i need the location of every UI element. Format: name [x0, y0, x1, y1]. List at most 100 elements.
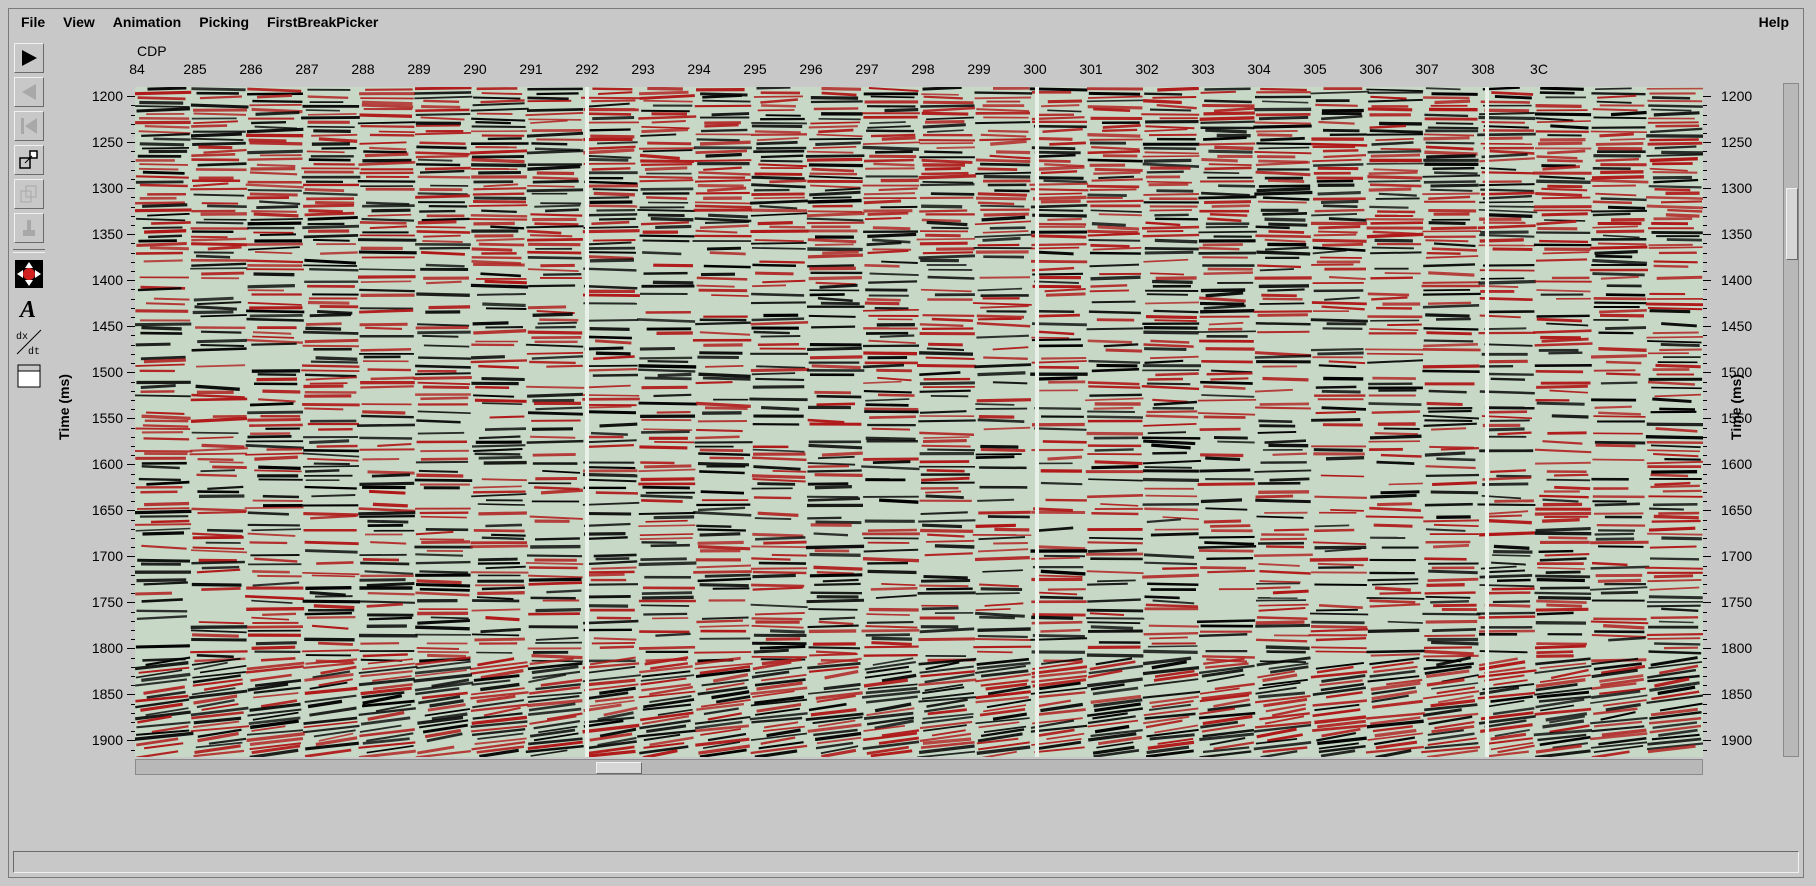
y-axis-title-right: Time (ms): [1727, 374, 1744, 440]
x-tick-label: 299: [967, 61, 991, 77]
y-tick-mark: [127, 142, 135, 144]
seismic-section-canvas[interactable]: [135, 87, 1703, 757]
y-minor-tick: [1703, 197, 1707, 199]
y-tick-label: 1850: [91, 686, 123, 703]
rewind-icon: [21, 118, 37, 134]
x-tick-label: 306: [1359, 61, 1383, 77]
y-tick-label: 1250: [91, 134, 123, 151]
annotate-text-button[interactable]: A: [14, 293, 44, 323]
y-tick-label: 1200: [91, 88, 123, 105]
menu-animation[interactable]: Animation: [104, 14, 190, 30]
pan-arrows-icon: [15, 260, 43, 288]
svg-text:dx: dx: [16, 331, 28, 343]
left-toolbar: A dx dt: [11, 43, 47, 837]
y-tick-mark: [1703, 556, 1711, 558]
y-tick-mark: [127, 234, 135, 236]
x-tick-label: 304: [1247, 61, 1271, 77]
zoom-disabled-icon: [20, 185, 37, 203]
y-tick-label: 1750: [91, 594, 123, 611]
y-tick-mark: [127, 464, 135, 466]
y-tick-label: 1300: [1721, 180, 1753, 197]
horizontal-scroll-thumb[interactable]: [596, 762, 642, 774]
y-minor-tick: [1703, 307, 1707, 309]
y-tick-mark: [1703, 418, 1711, 420]
y-tick-mark: [1703, 188, 1711, 190]
y-tick-label: 1600: [1721, 456, 1753, 473]
y-tick-label: 1500: [91, 364, 123, 381]
vertical-scroll-thumb[interactable]: [1786, 188, 1798, 260]
y-minor-tick: [1703, 712, 1707, 714]
menu-firstbreakpicker[interactable]: FirstBreakPicker: [258, 14, 387, 30]
y-tick-mark: [1703, 372, 1711, 374]
y-minor-tick: [1703, 271, 1707, 273]
y-minor-tick: [1703, 381, 1707, 383]
plot-frame: CDP 84 285 286 287 288 289 290 291 292 293 294 295 2…: [55, 39, 1763, 849]
y-minor-tick: [1703, 657, 1707, 659]
y-minor-tick: [1703, 123, 1707, 125]
x-tick-label: 298: [911, 61, 935, 77]
x-tick-label: 84: [129, 61, 145, 77]
max-window-button[interactable]: [14, 361, 44, 391]
y-tick-label: 1400: [1721, 272, 1753, 289]
zoom-window-button[interactable]: [14, 145, 44, 175]
x-tick-label: 300: [1023, 61, 1047, 77]
x-tick-label: 295: [743, 61, 767, 77]
zoom-disabled-button[interactable]: [14, 179, 44, 209]
y-minor-tick: [1703, 685, 1707, 687]
y-minor-tick: [1703, 473, 1707, 475]
step-back-button[interactable]: [14, 77, 44, 107]
y-tick-mark: [1703, 96, 1711, 98]
pan-button[interactable]: [14, 259, 44, 289]
max-window-icon: [17, 364, 41, 388]
menu-picking[interactable]: Picking: [190, 14, 258, 30]
vertical-scrollbar[interactable]: [1783, 83, 1799, 757]
annotate-text-icon: A: [18, 297, 36, 321]
menu-view[interactable]: View: [54, 14, 104, 30]
horizontal-scrollbar[interactable]: [135, 759, 1703, 775]
y-minor-tick: [1703, 565, 1707, 567]
y-minor-tick: [1703, 151, 1707, 153]
seismic-reflectors: [135, 87, 1703, 757]
y-minor-tick: [1703, 593, 1707, 595]
y-minor-tick: [1703, 353, 1707, 355]
seismic-viewer-window: File View Animation Picking FirstBreakPi…: [8, 8, 1804, 878]
y-minor-tick: [1703, 547, 1707, 549]
y-tick-label: 1400: [91, 272, 123, 289]
y-minor-tick: [1703, 261, 1707, 263]
y-minor-tick: [1703, 399, 1707, 401]
rewind-button[interactable]: [14, 111, 44, 141]
menu-file[interactable]: File: [9, 14, 54, 30]
y-minor-tick: [1703, 252, 1707, 254]
y-tick-mark: [127, 418, 135, 420]
y-tick-mark: [127, 372, 135, 374]
zoom-window-icon: [19, 150, 38, 169]
x-tick-label: 296: [799, 61, 823, 77]
y-tick-mark: [1703, 464, 1711, 466]
x-axis-title: CDP: [137, 43, 167, 59]
y-tick-label: 1450: [91, 318, 123, 335]
paint-disabled-icon: [23, 220, 35, 236]
x-tick-label: 285: [183, 61, 207, 77]
y-minor-tick: [1703, 243, 1707, 245]
y-minor-tick: [1703, 722, 1707, 724]
y-minor-tick: [1703, 179, 1707, 181]
play-button[interactable]: [14, 43, 44, 73]
svg-text:dt: dt: [28, 346, 40, 356]
y-tick-label: 1200: [1721, 88, 1753, 105]
y-tick-label: 1350: [1721, 226, 1753, 243]
step-back-icon: [22, 84, 36, 100]
menu-help[interactable]: Help: [1750, 14, 1803, 30]
x-axis: 84 285 286 287 288 289 290 291 292 293 294 295 296 29…: [129, 61, 1715, 83]
y-minor-tick: [1703, 133, 1707, 135]
x-tick-label: 289: [407, 61, 431, 77]
y-minor-tick: [1703, 289, 1707, 291]
y-tick-mark: [127, 694, 135, 696]
paint-disabled-button[interactable]: [14, 213, 44, 243]
svg-text:A: A: [18, 297, 36, 321]
y-tick-mark: [1703, 234, 1711, 236]
velocity-dxdt-button[interactable]: dx dt: [14, 327, 44, 357]
y-tick-label: 1850: [1721, 686, 1753, 703]
toolbar-separator: [13, 249, 45, 253]
y-minor-tick: [1703, 703, 1707, 705]
y-axis-title-left: Time (ms): [55, 374, 72, 440]
